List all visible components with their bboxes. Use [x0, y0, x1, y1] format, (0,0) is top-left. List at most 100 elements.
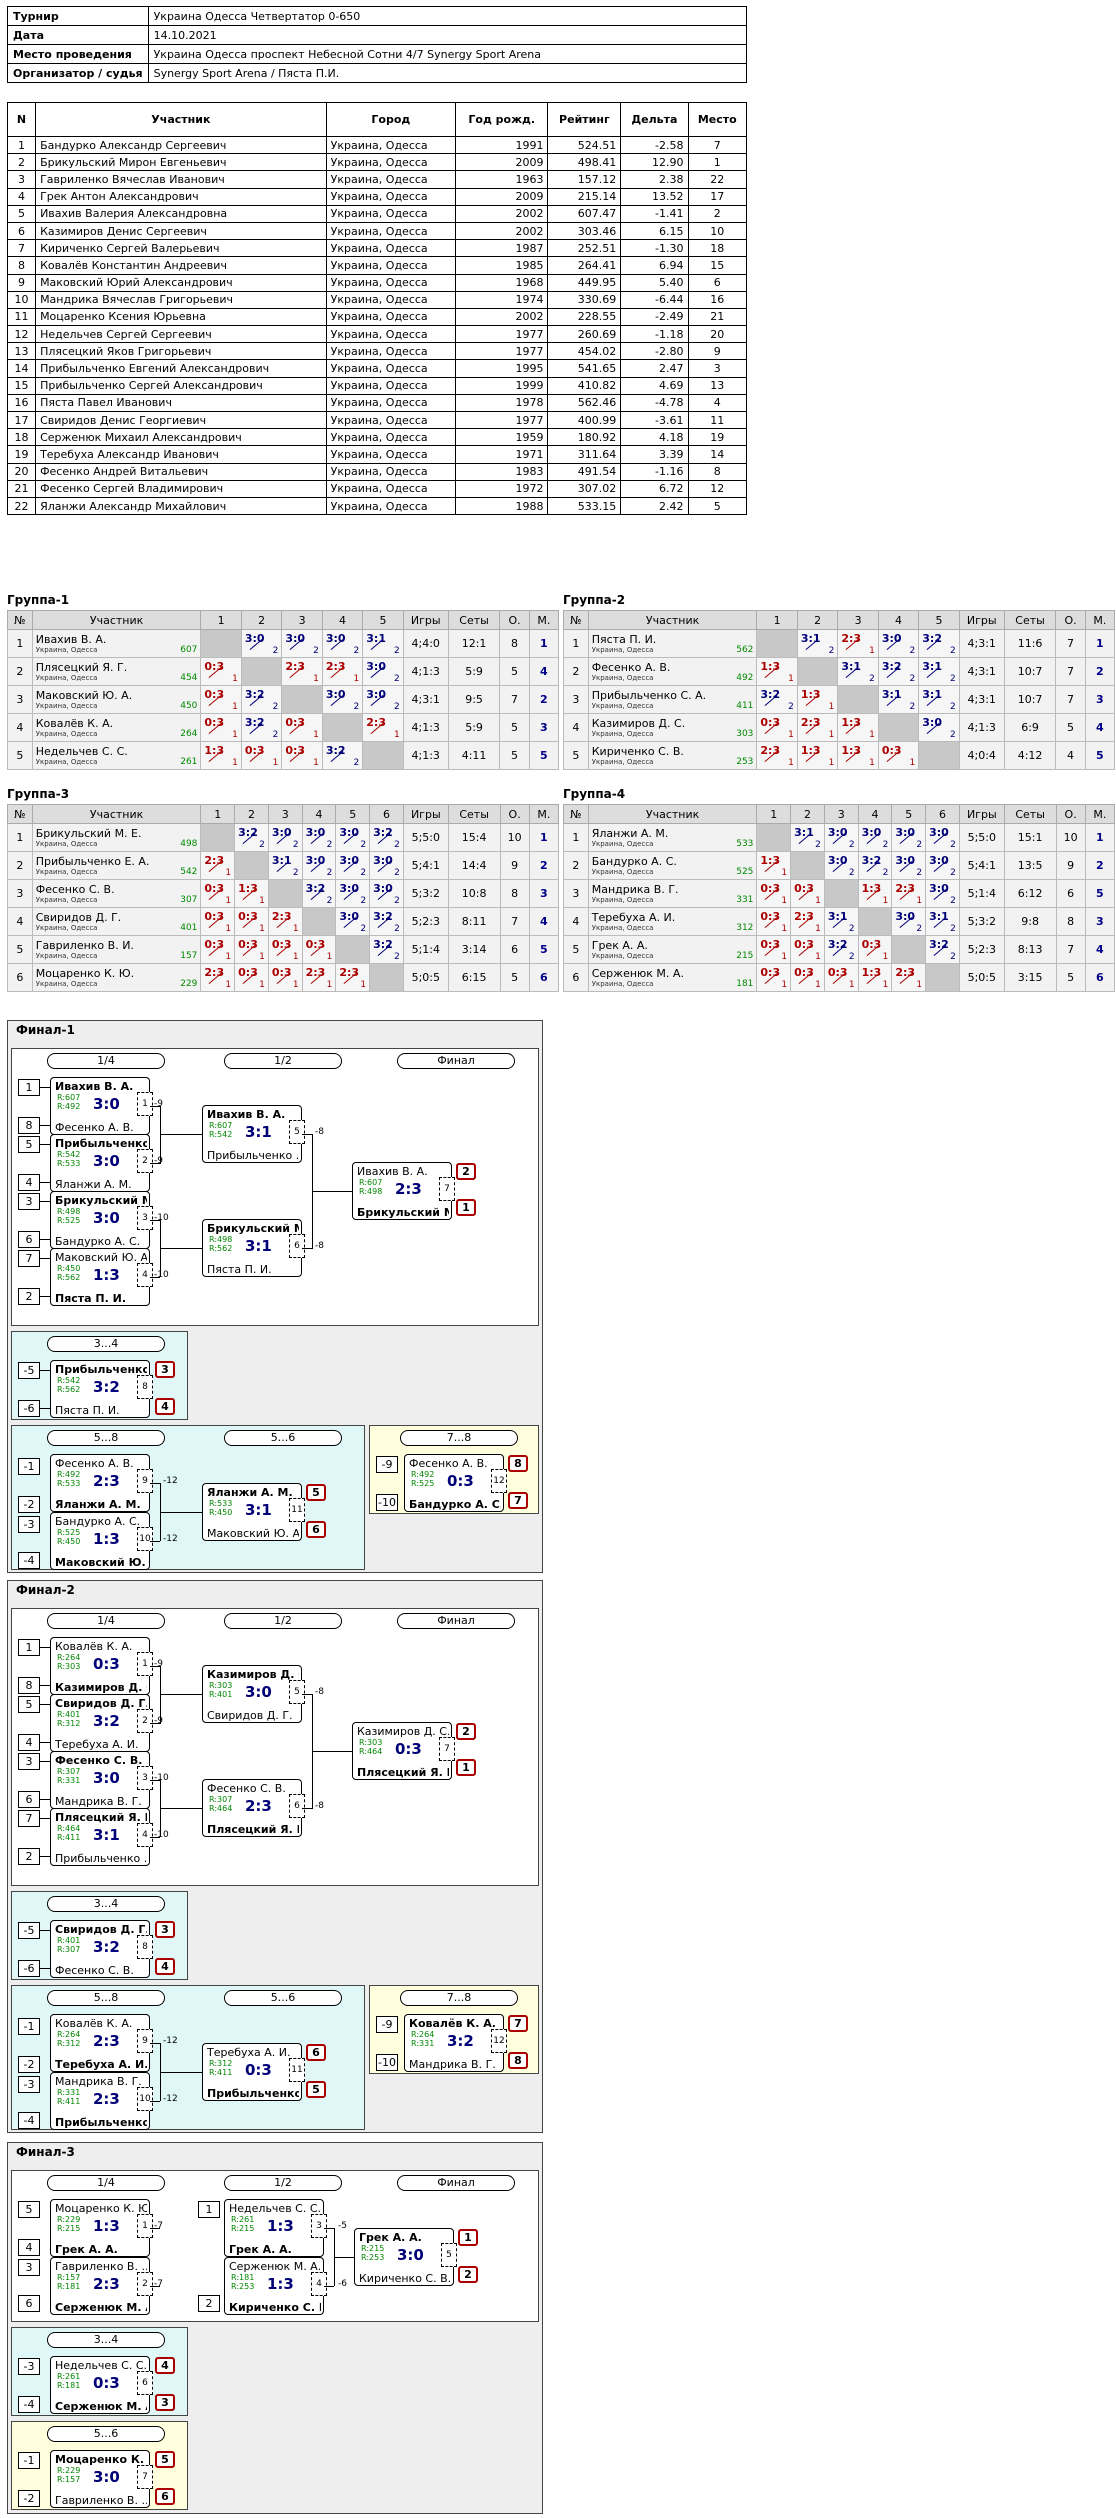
group-player-rating: 525 [736, 867, 754, 877]
loser-link: -8 [315, 1241, 324, 1251]
group-table: № Участник 1 2 3 4 5 6 Игры Сеты О. М. 1 Яланжи А. М.… [563, 804, 1116, 992]
group-header-row: № Участник 1 2 3 4 5 6 Игры Сеты О. М. [563, 804, 1116, 824]
rank-box: 4 [155, 1958, 175, 1975]
group-points: 1 [292, 924, 299, 934]
bracket-line [40, 1370, 50, 1371]
player-cell: Украина, Одесса [325, 187, 457, 206]
group-player: Маковский Ю. А. Украина, Одесса 450 [31, 685, 202, 714]
group-result-cell: 3:0 2 [301, 851, 337, 880]
loser-link: -9 [154, 1099, 163, 1109]
match-rating-1: R:450 [57, 1264, 81, 1273]
bracket-line [40, 1408, 50, 1409]
match-box: Ковалёв К. А. R:264 R:312 2:3 9 Теребуха А. И… [50, 2014, 153, 2072]
group-games: 4;3:1 [402, 685, 449, 714]
group-player: Грек А. А. Украина, Одесса 215 [587, 935, 758, 964]
group-player-name: Моцаренко К. Ю. [35, 967, 135, 980]
group-player-city: Украина, Одесса [35, 730, 98, 738]
seed-box: -6 [18, 1400, 40, 1417]
group-result-cell: 0:3 1 [200, 907, 236, 936]
group-points: 1 [259, 924, 265, 934]
player-cell: 533.15 [547, 496, 622, 516]
player-cell: 6.94 [620, 256, 689, 275]
group-diag-cell [369, 963, 404, 992]
group-result-cell: 2:3 1 [281, 657, 323, 686]
group-row-num: 1 [563, 629, 589, 658]
group-result-cell: 3:0 2 [891, 851, 927, 880]
player-cell: 22 [687, 170, 748, 189]
group-result-cell: 2:3 1 [790, 907, 825, 936]
group-result-cell: 3:1 2 [877, 685, 920, 714]
group-row: 6 Моцаренко К. Ю. Украина, Одесса 229 2:3 1 0:… [7, 963, 560, 992]
player-cell: 12 [687, 479, 748, 498]
group-points-total: 7 [499, 907, 530, 936]
match-player-2: Гавриленко В. ... [55, 2494, 147, 2507]
group-diag-cell [891, 935, 927, 964]
group-result-cell: 3:0 2 [918, 713, 960, 742]
player-cell: 6 [6, 221, 37, 241]
match-rating-1: R:261 [57, 2372, 81, 2381]
group-points: 2 [950, 702, 956, 712]
info-value: 14.10.2021 [147, 25, 748, 45]
round-header: 1/4 [47, 1613, 165, 1629]
match-score: 3:2 [93, 1712, 120, 1730]
match-number: 5 [441, 2243, 457, 2267]
group-points: 1 [259, 896, 265, 906]
player-row: 21 Фесенко Сергей Владимирович Украина, Од… [6, 479, 748, 498]
group-points: 1 [326, 952, 333, 962]
bracket-line [324, 2228, 334, 2229]
player-cell: -2.49 [620, 307, 689, 327]
group-result-cell: 3:0 2 [891, 907, 927, 936]
player-cell: 9 [6, 273, 37, 292]
group-result-cell: 3:0 2 [335, 823, 371, 852]
group-col-header: О. [499, 804, 530, 824]
match-rating-1: R:229 [57, 2215, 81, 2224]
match-score: 3:0 [397, 2246, 424, 2264]
group-player-rating: 401 [180, 923, 198, 933]
seed-box: 3 [18, 2259, 40, 2276]
group-result-cell: 3:2 2 [369, 935, 404, 964]
group-points: 1 [781, 896, 788, 906]
loser-link: -7 [154, 2221, 163, 2231]
loser-link: -9 [154, 1156, 163, 1166]
player-cell: Украина, Одесса [325, 325, 457, 344]
player-cell: -6.44 [620, 290, 689, 309]
group-result-cell: 3:0 2 [823, 851, 859, 880]
group-result-cell: 3:0 2 [240, 629, 283, 658]
player-cell: Теребуха Александр Иванович [35, 445, 327, 464]
group-player-city: Украина, Одесса [35, 758, 98, 766]
seed-box: 2 [198, 2295, 220, 2312]
bracket-line [160, 1163, 161, 1164]
match-player-2: Серженюк М. А. [55, 2400, 147, 2413]
player-cell: Украина, Одесса [325, 273, 457, 292]
group-player: Недельчев С. С. Украина, Одесса 261 [31, 741, 202, 770]
group-sets: 15:4 [447, 823, 501, 852]
match-box: Брикульский М...R:498R:562 3:1 6 Пяста П. И… [202, 1219, 305, 1277]
player-cell: Украина, Одесса [325, 428, 457, 447]
match-score: 3:0 [93, 1209, 120, 1227]
group-result-cell: 0:3 1 [756, 963, 792, 992]
group-result-cell: 1:3 1 [857, 879, 893, 908]
bracket-line [160, 1134, 202, 1135]
group-player-name: Грек А. А. [591, 939, 648, 952]
group-points: 2 [272, 646, 279, 656]
group-points: 1 [225, 952, 232, 962]
player-cell: Фесенко Сергей Владимирович [35, 479, 327, 498]
match-number: 6 [137, 2371, 153, 2395]
group-col-header: 4 [301, 804, 337, 824]
group-diag-cell [234, 851, 269, 880]
player-cell: 1991 [455, 135, 549, 155]
group-games: 5;2:3 [402, 907, 449, 936]
player-row: 22 Яланжи Александр Михайлович Украина, Од… [6, 496, 748, 516]
player-cell: 16 [6, 393, 37, 413]
group-games: 4;3:1 [958, 629, 1005, 658]
player-cell: Брикульский Мирон Евгеньевич [35, 153, 327, 172]
match-rating-2: R:450 [57, 1537, 81, 1546]
group-result-cell: 1:3 1 [837, 741, 879, 770]
info-key: Турнир [7, 6, 149, 26]
bracket-line [302, 1808, 312, 1809]
match-number: 1 [137, 1652, 153, 1676]
seed-box: 5 [18, 1696, 40, 1713]
group-result-cell: 3:0 2 [823, 823, 859, 852]
group-result-cell: 3:1 2 [362, 629, 404, 658]
match-rating-2: R:157 [57, 2475, 81, 2484]
